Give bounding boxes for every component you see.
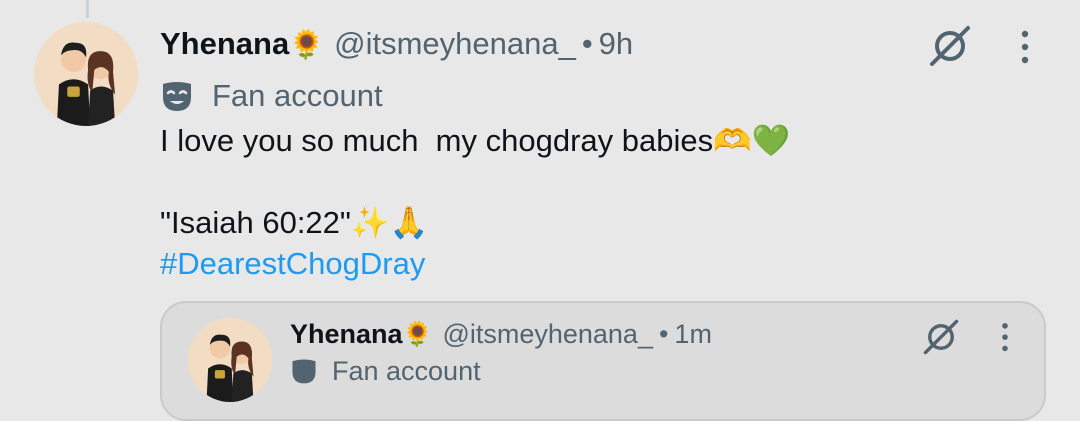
account-label: Fan account [160, 74, 383, 118]
tweet-body: I love you so much my chogdray babies🫶💚 … [160, 120, 1040, 284]
fan-account-label: Fan account [332, 355, 481, 386]
quoted-account-label: Fan account [290, 356, 481, 386]
separator-dot: • [581, 26, 593, 61]
thread-connector-line [86, 0, 89, 18]
mask-icon [163, 82, 191, 111]
hashtag-link[interactable]: #DearestChogDray [160, 243, 1040, 284]
author-handle[interactable]: @itsmeyhenana_ [334, 26, 576, 62]
timestamp[interactable]: 9h [599, 26, 633, 62]
quoted-avatar[interactable] [188, 318, 272, 402]
quoted-author-name[interactable]: Yhenana [290, 319, 403, 350]
mask-icon [292, 359, 316, 384]
avatar[interactable] [34, 22, 138, 126]
avatar-illustration [188, 318, 272, 402]
fan-account-label: Fan account [212, 78, 383, 113]
avatar-illustration [34, 22, 138, 126]
quoted-timestamp[interactable]: 1m [674, 319, 712, 350]
more-vertical-icon[interactable] [1010, 28, 1040, 68]
more-vertical-icon[interactable] [992, 320, 1018, 356]
quoted-author-handle[interactable]: @itsmeyhenana_ [442, 319, 653, 350]
separator-dot: • [658, 318, 669, 349]
sunflower-emoji: 🌻 [402, 320, 433, 348]
tweet-text-line: "Isaiah 60:22"✨🙏 [160, 205, 429, 240]
tweet-header: Yhenana 🌻 @itsmeyhenana_ • 9h [160, 22, 633, 66]
quoted-tweet-header: Yhenana 🌻 @itsmeyhenana_ • 1m [290, 314, 712, 354]
tweet-text-line: I love you so much my chogdray babies🫶💚 [160, 123, 791, 158]
grok-icon[interactable] [926, 24, 974, 68]
sunflower-emoji: 🌻 [289, 27, 325, 61]
grok-icon[interactable] [920, 318, 962, 356]
author-name[interactable]: Yhenana [160, 26, 289, 62]
